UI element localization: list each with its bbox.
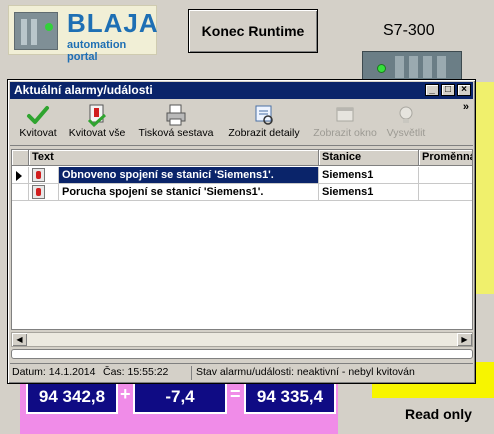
- alarm-text: Obnoveno spojení se stanicí 'Siemens1'.: [59, 167, 319, 184]
- scroll-left-icon: ◀: [16, 335, 23, 344]
- print-report-button[interactable]: Tisková sestava: [134, 103, 218, 143]
- lightbulb-icon: [399, 106, 413, 123]
- column-header-text[interactable]: Text: [29, 150, 319, 166]
- stop-runtime-button[interactable]: Konec Runtime: [188, 9, 318, 53]
- logo-subtitle: automation portal: [67, 39, 127, 63]
- alarm-variable: [419, 184, 472, 201]
- window-title: Aktuální alarmy/události: [14, 83, 153, 97]
- details-icon: [255, 105, 273, 125]
- show-details-button[interactable]: Zobrazit detaily: [222, 103, 306, 143]
- close-button[interactable]: ×: [457, 84, 471, 96]
- horizontal-scrollbar[interactable]: ◀ ▶: [11, 332, 473, 347]
- plc-label: S7-300: [383, 22, 435, 39]
- minimize-icon: _: [429, 84, 435, 95]
- scroll-right-icon: ▶: [461, 335, 468, 344]
- maximize-icon: □: [444, 84, 452, 95]
- close-icon: ×: [461, 84, 467, 95]
- scroll-right-button[interactable]: ▶: [457, 333, 472, 346]
- row-marker: [12, 184, 29, 201]
- alarm-icon: [32, 168, 45, 182]
- readonly-label: Read only: [405, 406, 472, 422]
- current-row-icon: [16, 171, 22, 181]
- show-window-button[interactable]: Zobrazit okno: [310, 103, 380, 143]
- acknowledge-all-label: Kvitovat vše: [68, 127, 126, 139]
- toolbar-overflow-icon[interactable]: »: [463, 101, 469, 113]
- plc-rack-icon: [14, 12, 58, 50]
- explain-button[interactable]: Vysvětlit: [382, 103, 430, 143]
- alarm-toolbar: Kvitovat Kvitovat vše Tisková sestava Zo…: [10, 101, 473, 146]
- calc-result: 94 335,4: [244, 380, 336, 414]
- calc-op-equals: =: [230, 384, 241, 404]
- window-titlebar[interactable]: Aktuální alarmy/události _ □ ×: [10, 82, 473, 99]
- alarm-station: Siemens1: [319, 184, 419, 201]
- explain-label: Vysvětlit: [386, 127, 426, 139]
- maximize-button[interactable]: □: [441, 84, 455, 96]
- row-marker: [12, 167, 29, 184]
- alarm-text: Porucha spojení se stanicí 'Siemens1'.: [59, 184, 319, 201]
- show-details-label: Zobrazit detaily: [228, 127, 300, 139]
- status-divider: [191, 366, 192, 380]
- column-header-station[interactable]: Stanice: [319, 150, 419, 166]
- header-marker: [12, 150, 29, 166]
- alarm-icon-cell: [29, 167, 59, 184]
- calc-op-plus: +: [120, 384, 131, 404]
- status-state: Stav alarmu/události: neaktivní - nebyl …: [196, 366, 415, 378]
- show-window-label: Zobrazit okno: [313, 127, 377, 139]
- logo-title: BLAJA: [67, 8, 159, 38]
- alarm-icon: [32, 185, 45, 199]
- table-row[interactable]: Porucha spojení se stanicí 'Siemens1'. S…: [12, 184, 472, 201]
- acknowledge-all-button[interactable]: Kvitovat vše: [64, 103, 130, 143]
- column-header-variable[interactable]: Proměnná: [419, 150, 472, 166]
- print-report-icon: [166, 104, 186, 126]
- status-time: Čas: 15:55:22: [103, 366, 169, 378]
- print-report-label: Tisková sestava: [138, 127, 214, 139]
- acknowledge-all-icon: [87, 104, 107, 127]
- plc-status-icon: [362, 51, 462, 81]
- checkmark-icon: [27, 106, 49, 124]
- alarm-table: Text Stanice Proměnná Obnoveno spojení s…: [11, 149, 473, 330]
- alarm-station: Siemens1: [319, 167, 419, 184]
- alarm-variable: [419, 167, 472, 184]
- status-bar: Datum: 14.1.2014 Čas: 15:55:22 Stav alar…: [10, 363, 473, 381]
- alarm-window: Aktuální alarmy/události _ □ × Kvitovat …: [7, 79, 476, 384]
- acknowledge-button[interactable]: Kvitovat: [14, 103, 62, 143]
- progress-track: [11, 349, 473, 359]
- alarm-icon-cell: [29, 184, 59, 201]
- calc-value-1: 94 342,8: [26, 380, 118, 414]
- calc-value-2: -7,4: [133, 380, 227, 414]
- table-header: Text Stanice Proměnná: [12, 150, 472, 166]
- table-row[interactable]: Obnoveno spojení se stanicí 'Siemens1'. …: [12, 167, 472, 184]
- status-date: Datum: 14.1.2014: [12, 366, 96, 378]
- minimize-button[interactable]: _: [425, 84, 439, 96]
- scroll-left-button[interactable]: ◀: [12, 333, 27, 346]
- blaja-logo: BLAJA automation portal: [8, 5, 159, 63]
- acknowledge-label: Kvitovat: [19, 127, 57, 139]
- window-icon: [336, 107, 354, 122]
